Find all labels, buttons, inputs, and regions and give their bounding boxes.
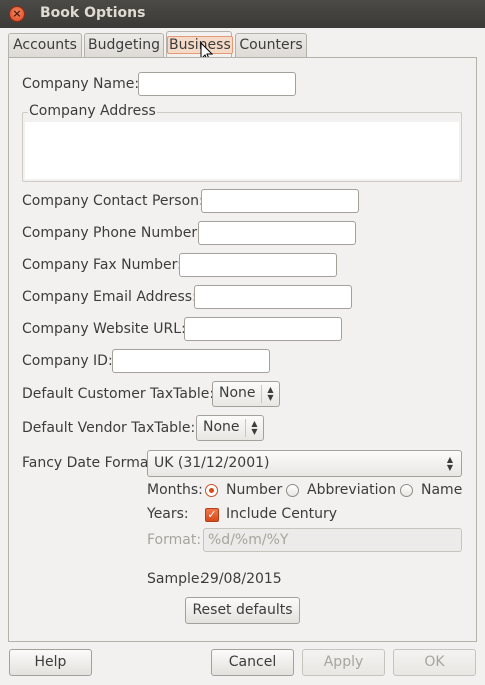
vendor-taxtable-label: Default Vendor TaxTable:	[22, 420, 196, 436]
company-address-field[interactable]	[25, 122, 459, 179]
tab-label: Accounts	[13, 37, 77, 53]
tab-business[interactable]: Business	[166, 31, 233, 58]
company-id-label: Company ID:	[22, 353, 113, 369]
ok-button[interactable]: OK	[393, 649, 476, 676]
website-field[interactable]	[184, 317, 342, 341]
email-label: Company Email Address:	[22, 289, 197, 305]
sample-label: Sample:	[147, 571, 205, 587]
company-address-label: Company Address	[28, 103, 157, 119]
format-label: Format:	[147, 532, 202, 548]
include-century-checkbox[interactable]: ✓	[205, 508, 219, 522]
tab-label: Counters	[239, 37, 303, 53]
date-format-combo[interactable]: UK (31/12/2001) ▲ ▼	[147, 450, 462, 477]
title-bar: × Book Options	[0, 0, 485, 28]
years-label: Years:	[147, 506, 189, 522]
format-field[interactable]: %d/%m/%Y	[203, 528, 462, 552]
tab-accounts[interactable]: Accounts	[8, 33, 82, 57]
sample-value: 29/08/2015	[201, 571, 282, 587]
months-abbreviation-radio[interactable]	[286, 484, 299, 497]
customer-taxtable-value: None	[219, 385, 256, 401]
phone-label: Company Phone Number:	[22, 225, 202, 241]
months-number-label: Number	[226, 482, 283, 498]
phone-field[interactable]	[198, 221, 356, 245]
customer-taxtable-select[interactable]: None ▲ ▼	[212, 381, 280, 407]
updown-arrows-icon: ▲ ▼	[261, 385, 279, 403]
tab-counters[interactable]: Counters	[235, 33, 307, 57]
cancel-button[interactable]: Cancel	[211, 649, 294, 676]
months-name-radio[interactable]	[400, 484, 413, 497]
contact-person-label: Company Contact Person:	[22, 193, 204, 209]
include-century-label: Include Century	[226, 506, 338, 522]
close-icon[interactable]: ×	[9, 6, 25, 22]
company-name-label: Company Name:	[22, 76, 140, 92]
fax-label: Company Fax Number:	[22, 257, 182, 273]
vendor-taxtable-select[interactable]: None ▲ ▼	[196, 415, 264, 441]
help-button[interactable]: Help	[9, 649, 92, 676]
format-placeholder: %d/%m/%Y	[208, 532, 289, 548]
months-number-radio[interactable]	[205, 484, 218, 497]
company-name-field[interactable]	[138, 72, 296, 96]
website-label: Company Website URL:	[22, 321, 186, 337]
date-format-value: UK (31/12/2001)	[154, 455, 270, 471]
updown-arrows-icon: ▲ ▼	[245, 419, 263, 437]
contact-person-field[interactable]	[201, 189, 359, 213]
months-label: Months:	[147, 482, 203, 498]
fax-field[interactable]	[179, 253, 337, 277]
months-abbreviation-label: Abbreviation	[307, 482, 396, 498]
tab-label: Budgeting	[87, 37, 160, 53]
updown-arrows-icon: ▲ ▼	[446, 455, 453, 472]
window-title: Book Options	[40, 5, 146, 21]
reset-defaults-button[interactable]: Reset defaults	[185, 597, 300, 624]
tab-budgeting[interactable]: Budgeting	[84, 33, 164, 57]
date-format-label: Fancy Date Format	[22, 455, 154, 471]
vendor-taxtable-value: None	[203, 419, 240, 435]
apply-button[interactable]: Apply	[302, 649, 385, 676]
company-id-field[interactable]	[112, 349, 270, 373]
customer-taxtable-label: Default Customer TaxTable:	[22, 386, 215, 402]
email-field[interactable]	[194, 285, 352, 309]
months-name-label: Name	[421, 482, 463, 498]
